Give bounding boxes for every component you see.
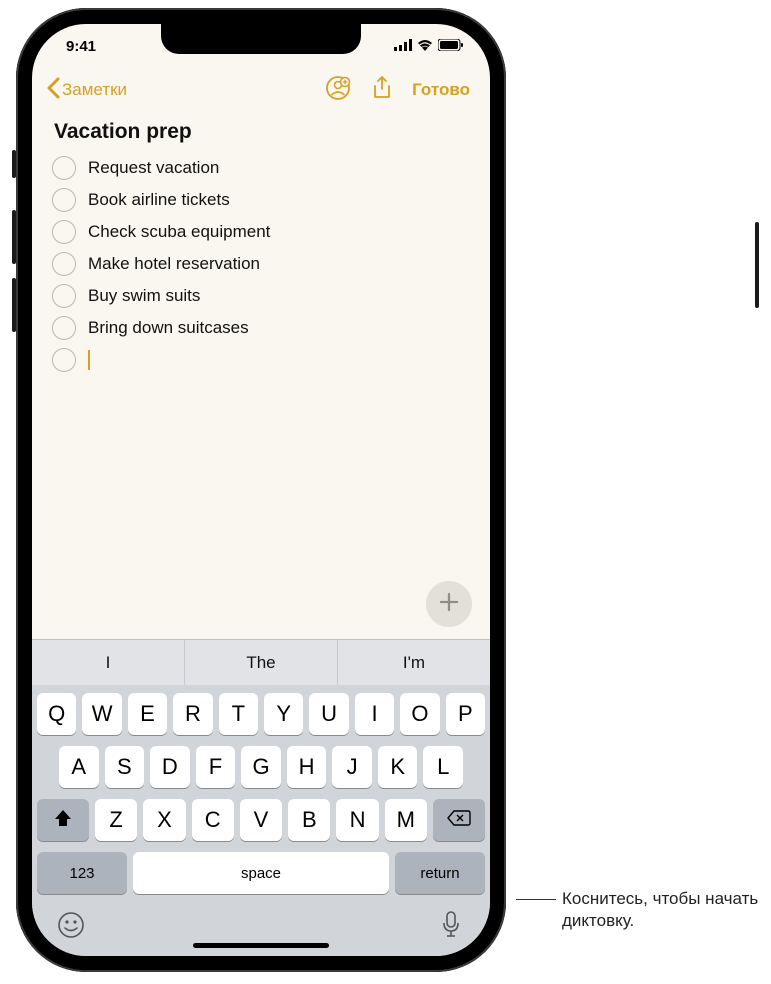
key-t[interactable]: T	[219, 693, 258, 735]
key-m[interactable]: M	[385, 799, 427, 841]
callout-line	[516, 899, 556, 900]
checklist-item[interactable]: Bring down suitcases	[52, 312, 470, 344]
delete-icon	[447, 807, 471, 833]
key-o[interactable]: O	[400, 693, 439, 735]
checkbox-icon[interactable]	[52, 284, 76, 308]
checkbox-icon[interactable]	[52, 348, 76, 372]
battery-icon	[438, 38, 464, 55]
checklist-item[interactable]: Buy swim suits	[52, 280, 470, 312]
checklist-text[interactable]: Request vacation	[88, 158, 219, 178]
checklist-text[interactable]: Check scuba equipment	[88, 222, 270, 242]
suggestion[interactable]: I	[32, 640, 185, 685]
text-cursor	[88, 350, 90, 370]
key-v[interactable]: V	[240, 799, 282, 841]
back-button[interactable]: Заметки	[46, 77, 127, 104]
checklist-item[interactable]: Check scuba equipment	[52, 216, 470, 248]
screen: 9:41 Заметки	[32, 24, 490, 956]
key-j[interactable]: J	[332, 746, 372, 788]
plus-icon	[438, 591, 460, 618]
add-button[interactable]	[426, 581, 472, 627]
checklist-item[interactable]: Request vacation	[52, 152, 470, 184]
emoji-button[interactable]	[56, 912, 86, 942]
key-f[interactable]: F	[196, 746, 236, 788]
checkbox-icon[interactable]	[52, 220, 76, 244]
keyboard-row: A S D F G H J K L	[37, 746, 485, 788]
key-c[interactable]: C	[192, 799, 234, 841]
key-x[interactable]: X	[143, 799, 185, 841]
checklist-item-empty[interactable]	[52, 344, 470, 376]
share-icon	[371, 75, 393, 106]
status-time: 9:41	[66, 38, 96, 55]
key-e[interactable]: E	[128, 693, 167, 735]
key-a[interactable]: A	[59, 746, 99, 788]
checklist-text[interactable]: Make hotel reservation	[88, 254, 260, 274]
navigation-bar: Заметки Готово	[32, 68, 490, 112]
key-k[interactable]: K	[378, 746, 418, 788]
status-indicators	[394, 38, 464, 55]
keyboard-bottom-row	[32, 898, 490, 948]
back-label: Заметки	[62, 80, 127, 100]
note-title[interactable]: Vacation prep	[52, 120, 470, 144]
person-add-icon	[325, 75, 351, 106]
key-d[interactable]: D	[150, 746, 190, 788]
chevron-left-icon	[46, 77, 60, 104]
return-key[interactable]: return	[395, 852, 485, 894]
shift-key[interactable]	[37, 799, 89, 841]
shift-icon	[53, 807, 73, 833]
numbers-key[interactable]: 123	[37, 852, 127, 894]
key-u[interactable]: U	[309, 693, 348, 735]
callout: Коснитесь, чтобы начать диктовку.	[516, 888, 762, 932]
phone-frame: 9:41 Заметки	[16, 8, 506, 972]
phone-side-button	[755, 222, 759, 308]
suggestion[interactable]: I'm	[338, 640, 490, 685]
keyboard-row: 123 space return	[37, 852, 485, 894]
key-g[interactable]: G	[241, 746, 281, 788]
keyboard-row: Z X C V B N M	[37, 799, 485, 841]
notch	[161, 24, 361, 54]
checkbox-icon[interactable]	[52, 316, 76, 340]
key-z[interactable]: Z	[95, 799, 137, 841]
key-q[interactable]: Q	[37, 693, 76, 735]
checkbox-icon[interactable]	[52, 252, 76, 276]
wifi-icon	[417, 38, 433, 55]
keyboard-row: Q W E R T Y U I O P	[37, 693, 485, 735]
delete-key[interactable]	[433, 799, 485, 841]
checklist-text[interactable]: Buy swim suits	[88, 286, 200, 306]
emoji-icon	[57, 911, 85, 944]
suggestion-bar: I The I'm	[32, 639, 490, 685]
suggestion[interactable]: The	[185, 640, 338, 685]
key-n[interactable]: N	[336, 799, 378, 841]
checkbox-icon[interactable]	[52, 188, 76, 212]
key-p[interactable]: P	[446, 693, 485, 735]
key-b[interactable]: B	[288, 799, 330, 841]
keyboard: I The I'm Q W E R T Y U I O P A	[32, 639, 490, 956]
dictation-button[interactable]	[436, 912, 466, 942]
collaborate-button[interactable]	[318, 70, 358, 110]
space-key[interactable]: space	[133, 852, 389, 894]
key-r[interactable]: R	[173, 693, 212, 735]
checklist-item[interactable]: Make hotel reservation	[52, 248, 470, 280]
checklist-text[interactable]: Book airline tickets	[88, 190, 230, 210]
callout-text: Коснитесь, чтобы начать диктовку.	[562, 888, 762, 932]
cellular-icon	[394, 38, 412, 55]
checkbox-icon[interactable]	[52, 156, 76, 180]
key-y[interactable]: Y	[264, 693, 303, 735]
key-i[interactable]: I	[355, 693, 394, 735]
home-indicator[interactable]	[193, 943, 329, 948]
key-w[interactable]: W	[82, 693, 121, 735]
checklist-text[interactable]: Bring down suitcases	[88, 318, 249, 338]
checklist-item[interactable]: Book airline tickets	[52, 184, 470, 216]
key-s[interactable]: S	[105, 746, 145, 788]
microphone-icon	[441, 911, 461, 944]
share-button[interactable]	[362, 70, 402, 110]
done-button[interactable]: Готово	[406, 80, 476, 100]
key-l[interactable]: L	[423, 746, 463, 788]
key-h[interactable]: H	[287, 746, 327, 788]
note-body[interactable]: Vacation prep Request vacation Book airl…	[32, 112, 490, 639]
